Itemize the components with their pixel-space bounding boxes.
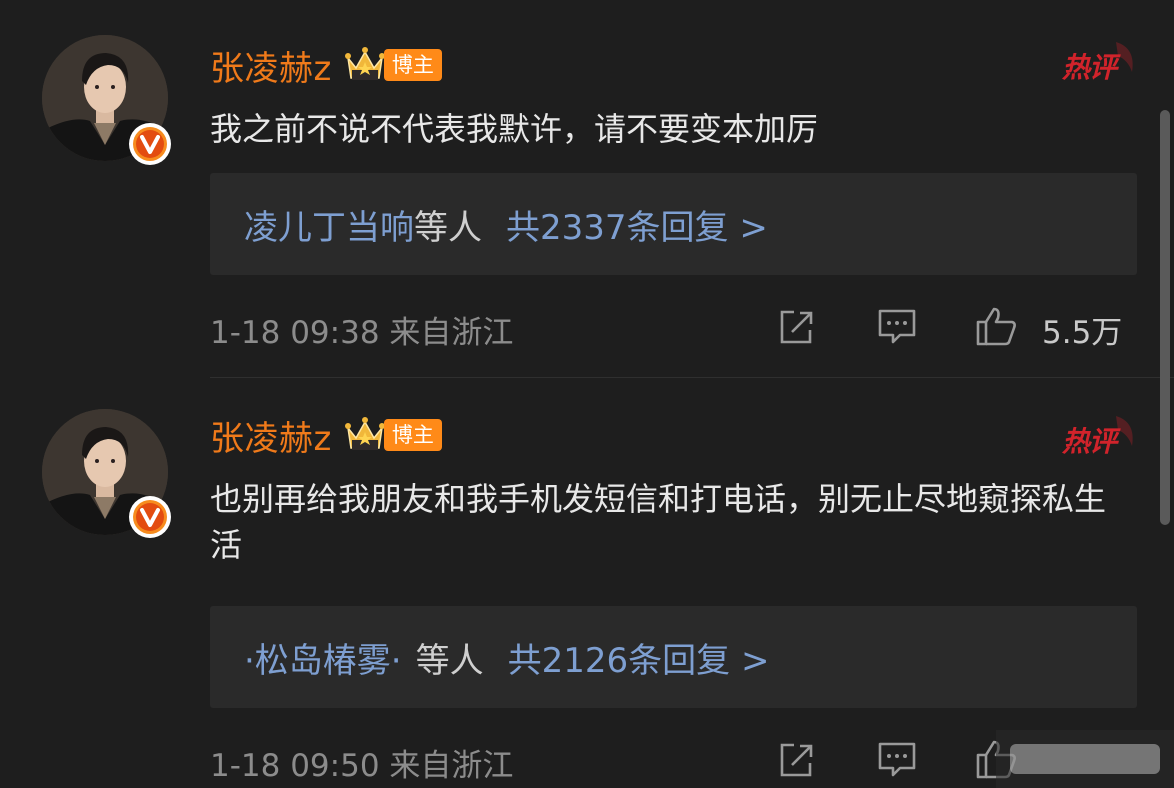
comment-meta: 1-18 09:38 来自浙江 5.5万: [210, 301, 1174, 351]
crown-icon: [344, 47, 385, 80]
hot-comment-label: 热评: [1060, 38, 1140, 88]
reply-summary[interactable]: 凌儿丁当响 等人 共2337条回复 >: [210, 173, 1137, 275]
verified-v-icon: [128, 495, 172, 539]
timestamp: 1-18 09:38 来自浙江: [210, 315, 514, 351]
reply-count-link[interactable]: 共2126条回复 >: [508, 633, 770, 682]
blogger-badge: 博主: [383, 49, 442, 81]
reply-etc-label: 等人: [415, 640, 484, 681]
comment-text: 我之前不说不代表我默许，请不要变本加厉: [210, 110, 819, 148]
comment-text: 也别再给我朋友和我手机发短信和打电话，别无止尽地窥探私生活: [210, 480, 1107, 564]
comment-icon[interactable]: [875, 737, 919, 781]
reply-count-link[interactable]: 共2337条回复 >: [506, 200, 768, 249]
reply-summary[interactable]: ·松岛椿雾· 等人 共2126条回复 >: [210, 606, 1137, 708]
username[interactable]: 张凌赫z: [210, 411, 332, 460]
blogger-badge: 博主: [383, 419, 442, 451]
divider: [210, 377, 1174, 378]
reply-users[interactable]: ·松岛椿雾·: [244, 633, 402, 682]
author-row: 张凌赫z 博主: [210, 40, 442, 90]
crown-icon: [344, 417, 385, 450]
hot-comment-label: 热评: [1060, 412, 1140, 462]
scrollbar[interactable]: [1160, 110, 1170, 525]
verified-v-icon: [128, 122, 172, 166]
timestamp: 1-18 09:50 来自浙江: [210, 748, 514, 784]
share-icon[interactable]: [774, 737, 818, 781]
author-row: 张凌赫z 博主: [210, 410, 442, 460]
share-icon[interactable]: [774, 304, 818, 348]
comment-feed: 张凌赫z 博主 热评 我之前不说不代表我默许，请不要变本加厉 凌儿丁当响 等人 …: [0, 0, 1174, 788]
reply-etc-label: 等人: [414, 207, 482, 248]
username[interactable]: 张凌赫z: [210, 41, 332, 90]
comment-item: 张凌赫z 博主 热评 我之前不说不代表我默许，请不要变本加厉 凌儿丁当响 等人 …: [0, 0, 1174, 378]
like-icon[interactable]: [974, 304, 1018, 348]
comment-icon[interactable]: [875, 304, 919, 348]
reply-users[interactable]: 凌儿丁当响: [244, 200, 414, 249]
like-count: 5.5万: [1042, 315, 1123, 351]
watermark-overlay: [996, 730, 1174, 788]
